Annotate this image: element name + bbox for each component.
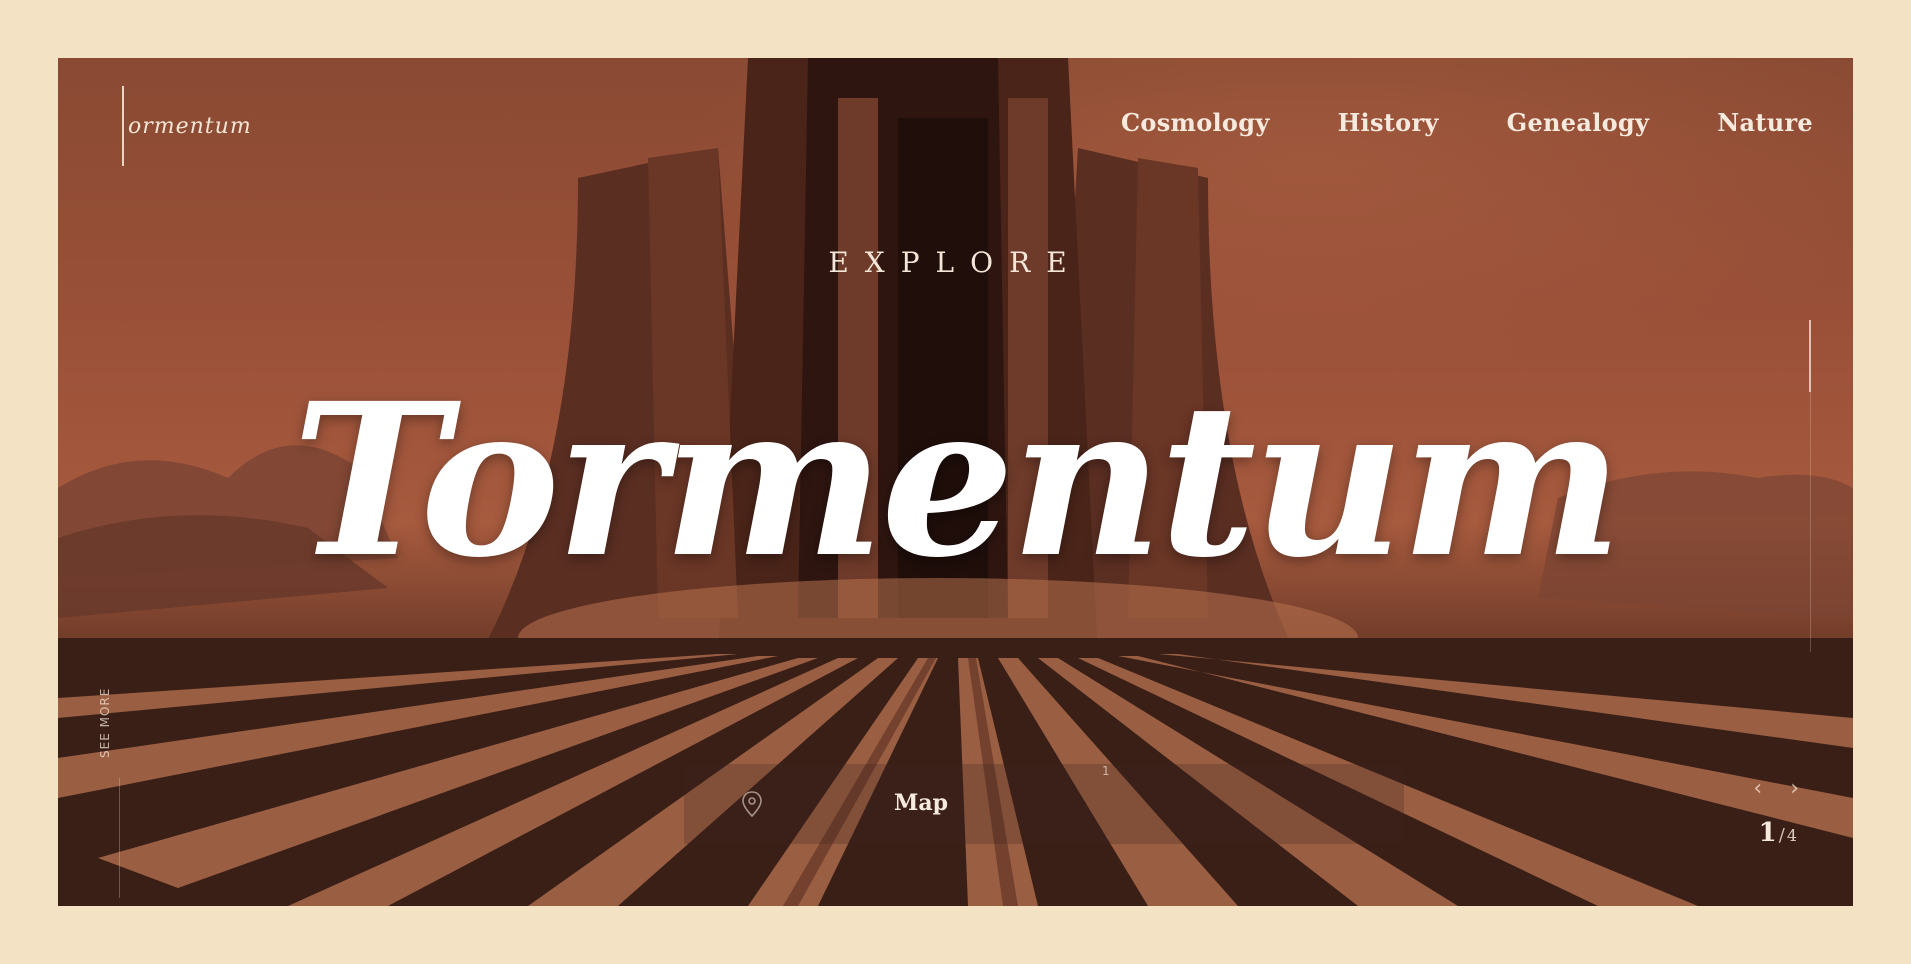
- scroll-indicator: [1809, 320, 1811, 392]
- slide-separator: /: [1778, 825, 1785, 846]
- site-logo[interactable]: ormentum: [122, 86, 252, 166]
- nav-item-history[interactable]: History: [1338, 108, 1439, 137]
- slide-total: 4: [1786, 826, 1797, 845]
- nav-item-genealogy[interactable]: Genealogy: [1507, 108, 1650, 137]
- logo-text: ormentum: [128, 113, 252, 139]
- map-label: Map: [894, 790, 948, 816]
- map-button[interactable]: Map 1: [684, 764, 1404, 844]
- map-pin-icon: [742, 791, 762, 818]
- scroll-track: [1810, 392, 1811, 652]
- chevron-right-icon[interactable]: ›: [1790, 776, 1799, 801]
- slider-arrows: ‹ ›: [1753, 776, 1799, 801]
- map-marker-number: 1: [1102, 764, 1110, 778]
- see-more-link[interactable]: SEE MORE: [98, 688, 112, 758]
- hero-title: Tormentum: [291, 357, 1623, 604]
- see-more-divider: [119, 778, 120, 898]
- slide-current: 1: [1758, 818, 1777, 848]
- hero-eyebrow: EXPLORE: [828, 246, 1083, 279]
- slide-counter: 1/4: [1759, 818, 1797, 848]
- chevron-left-icon[interactable]: ‹: [1753, 776, 1762, 801]
- nav-item-nature[interactable]: Nature: [1717, 108, 1813, 137]
- main-nav: Cosmology History Genealogy Nature: [1121, 108, 1813, 137]
- logo-cross-bar: [122, 86, 124, 166]
- hero-frame: ormentum Cosmology History Genealogy Nat…: [58, 58, 1853, 906]
- nav-item-cosmology[interactable]: Cosmology: [1121, 108, 1270, 137]
